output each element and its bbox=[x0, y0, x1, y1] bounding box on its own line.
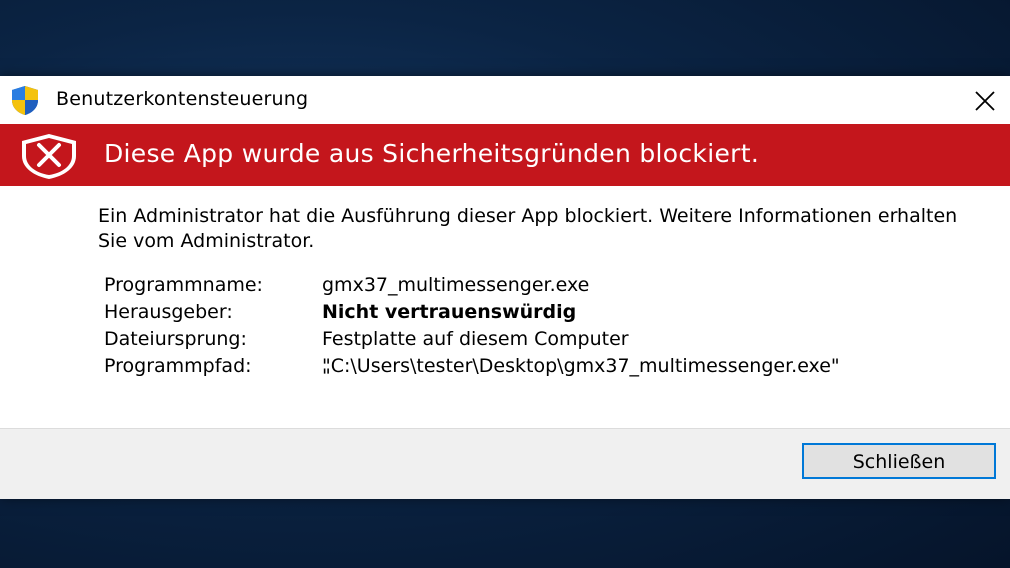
banner-title: Diese App wurde aus Sicherheitsgründen b… bbox=[104, 139, 760, 168]
uac-shield-icon bbox=[12, 86, 38, 115]
close-button[interactable]: Schließen bbox=[802, 443, 996, 479]
detail-label: Programmname: bbox=[104, 274, 263, 296]
blocked-banner: Diese App wurde aus Sicherheitsgründen b… bbox=[0, 124, 1010, 186]
detail-value: Nicht vertrauenswürdig bbox=[322, 301, 577, 323]
dialog-footer: Schließen bbox=[0, 428, 1010, 499]
detail-value: "C:\Users\tester\Desktop\gmx37_multimess… bbox=[322, 355, 840, 377]
detail-label: Programmpfad: bbox=[104, 355, 252, 377]
window-title: Benutzerkontensteuerung bbox=[56, 88, 309, 110]
uac-dialog: Benutzerkontensteuerung Diese App wurde … bbox=[0, 76, 1010, 499]
detail-label: Dateiursprung: bbox=[104, 328, 247, 350]
path-continuation: " bbox=[322, 365, 331, 387]
close-icon bbox=[975, 91, 995, 111]
detail-value: gmx37_multimessenger.exe bbox=[322, 274, 590, 296]
window-close-button[interactable] bbox=[964, 82, 1004, 118]
shield-error-icon bbox=[22, 134, 76, 179]
detail-value: Festplatte auf diesem Computer bbox=[322, 328, 629, 350]
info-message: Ein Administrator hat die Ausführung die… bbox=[98, 205, 958, 252]
title-bar: Benutzerkontensteuerung bbox=[0, 76, 1010, 124]
detail-label: Herausgeber: bbox=[104, 301, 233, 323]
